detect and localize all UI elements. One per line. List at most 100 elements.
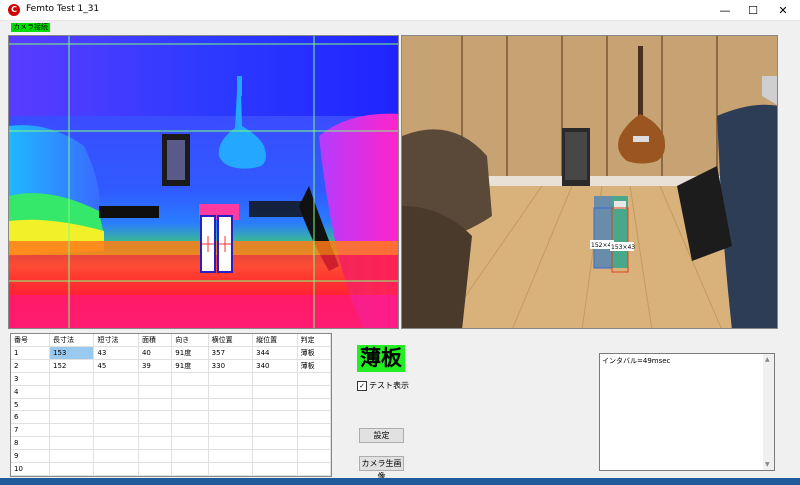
table-cell[interactable] [297, 436, 332, 451]
table-cell[interactable] [138, 436, 173, 451]
table-cell[interactable] [252, 462, 298, 476]
table-cell[interactable] [208, 372, 254, 386]
table-row[interactable]: 10 [11, 462, 332, 476]
settings-button[interactable]: 設定 [359, 428, 404, 443]
scroll-down-icon[interactable]: ▼ [765, 461, 770, 468]
table-cell[interactable] [297, 462, 332, 476]
table-row[interactable]: 4 [11, 385, 332, 399]
row-header[interactable]: 6 [11, 410, 50, 425]
scroll-up-icon[interactable]: ▲ [765, 356, 770, 363]
table-cell[interactable] [252, 436, 298, 451]
table-cell[interactable]: 薄板 [297, 359, 332, 373]
table-row[interactable]: 9 [11, 449, 332, 464]
table-cell[interactable] [171, 449, 209, 464]
table-cell[interactable] [171, 398, 209, 412]
table-cell[interactable] [297, 372, 332, 386]
table-cell[interactable]: 357 [208, 346, 254, 360]
table-cell[interactable]: 330 [208, 359, 254, 373]
table-row[interactable]: 8 [11, 436, 332, 451]
test-display-checkbox[interactable]: ✓ テスト表示 [357, 380, 409, 391]
table-row[interactable]: 5 [11, 398, 332, 412]
log-scrollbar[interactable]: ▲ ▼ [763, 354, 774, 470]
table-cell[interactable] [93, 423, 139, 438]
column-header[interactable]: 長寸法 [49, 334, 95, 347]
table-cell[interactable] [49, 449, 95, 464]
table-cell[interactable] [297, 449, 332, 464]
table-cell[interactable]: 45 [93, 359, 139, 373]
table-cell[interactable] [93, 449, 139, 464]
row-header[interactable]: 1 [11, 346, 50, 360]
table-cell[interactable] [49, 436, 95, 451]
table-cell[interactable] [93, 372, 139, 386]
column-header[interactable]: 短寸法 [93, 334, 139, 347]
table-cell[interactable]: 39 [138, 359, 173, 373]
row-header[interactable]: 8 [11, 436, 50, 451]
row-header[interactable]: 10 [11, 462, 50, 476]
column-header[interactable]: 番号 [11, 334, 50, 347]
table-cell[interactable]: 340 [252, 359, 298, 373]
column-header[interactable]: 横位置 [208, 334, 254, 347]
checkbox-check-icon[interactable]: ✓ [357, 380, 367, 391]
minimize-button[interactable]: — [710, 0, 740, 20]
table-cell[interactable] [49, 423, 95, 438]
table-cell[interactable] [138, 385, 173, 399]
table-row[interactable]: 3 [11, 372, 332, 386]
row-header[interactable]: 3 [11, 372, 50, 386]
table-cell[interactable]: 344 [252, 346, 298, 360]
table-cell[interactable] [138, 398, 173, 412]
table-cell[interactable] [138, 410, 173, 425]
table-cell[interactable]: 薄板 [297, 346, 332, 360]
table-cell[interactable] [208, 449, 254, 464]
table-cell[interactable] [252, 423, 298, 438]
results-table[interactable]: 番号 長寸法 短寸法 面積 向き 横位置 縦位置 判定 1 153 43 40 91度 357 344 薄板 2… [11, 334, 332, 476]
column-header[interactable]: 向き [171, 334, 209, 347]
table-cell[interactable]: 152 [49, 359, 95, 373]
table-cell[interactable] [171, 436, 209, 451]
table-cell[interactable] [252, 372, 298, 386]
table-cell[interactable] [93, 410, 139, 425]
table-cell[interactable] [138, 372, 173, 386]
table-cell[interactable] [297, 398, 332, 412]
table-cell[interactable] [171, 423, 209, 438]
table-cell[interactable] [208, 436, 254, 451]
table-cell[interactable]: 91度 [171, 359, 209, 373]
table-cell[interactable]: 91度 [171, 346, 209, 360]
table-cell[interactable] [252, 398, 298, 412]
maximize-button[interactable]: ☐ [738, 0, 768, 20]
table-cell[interactable] [138, 449, 173, 464]
row-header[interactable]: 2 [11, 359, 50, 373]
table-cell[interactable] [208, 398, 254, 412]
table-cell[interactable]: 43 [93, 346, 139, 360]
row-header[interactable]: 5 [11, 398, 50, 412]
table-cell[interactable] [93, 436, 139, 451]
table-cell[interactable] [252, 410, 298, 425]
table-cell[interactable] [208, 385, 254, 399]
table-cell[interactable] [297, 385, 332, 399]
camera-raw-image-button[interactable]: カメラ生画像 [359, 456, 404, 481]
table-cell[interactable] [252, 385, 298, 399]
table-cell[interactable]: 40 [138, 346, 173, 360]
table-cell[interactable] [297, 423, 332, 438]
column-header[interactable]: 面積 [138, 334, 173, 347]
table-cell[interactable] [138, 462, 173, 476]
row-header[interactable]: 9 [11, 449, 50, 464]
table-cell[interactable] [171, 385, 209, 399]
table-cell[interactable] [208, 410, 254, 425]
table-cell[interactable] [93, 462, 139, 476]
table-row[interactable]: 7 [11, 423, 332, 438]
table-cell[interactable] [297, 410, 332, 425]
table-cell[interactable] [138, 423, 173, 438]
results-grid[interactable]: 番号 長寸法 短寸法 面積 向き 横位置 縦位置 判定 1 153 43 40 91度 357 344 薄板 2… [10, 333, 332, 477]
table-cell[interactable] [49, 462, 95, 476]
table-cell[interactable] [49, 385, 95, 399]
table-row[interactable]: 2 152 45 39 91度 330 340 薄板 [11, 359, 332, 373]
table-cell[interactable] [171, 410, 209, 425]
column-header[interactable]: 判定 [297, 334, 332, 347]
row-header[interactable]: 7 [11, 423, 50, 438]
column-header[interactable]: 縦位置 [252, 334, 298, 347]
table-cell[interactable] [49, 398, 95, 412]
table-cell[interactable]: 153 [49, 346, 95, 360]
table-cell[interactable] [208, 462, 254, 476]
title-bar[interactable]: C Femto Test 1_31 — ☐ ✕ [0, 0, 800, 21]
table-cell[interactable] [93, 385, 139, 399]
